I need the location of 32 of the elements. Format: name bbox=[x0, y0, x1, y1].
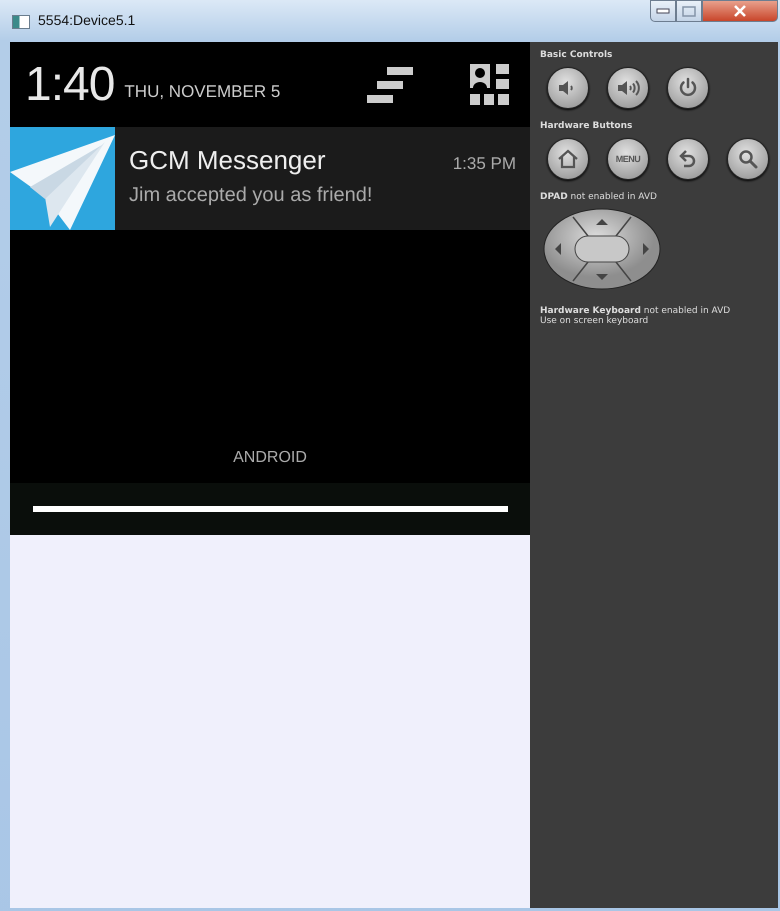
house-icon bbox=[556, 147, 580, 171]
notification-title: GCM Messenger bbox=[129, 145, 326, 176]
close-icon bbox=[733, 5, 747, 17]
volume-up-button[interactable] bbox=[607, 67, 649, 109]
volume-down-button[interactable] bbox=[547, 67, 589, 109]
search-button[interactable] bbox=[727, 138, 769, 180]
minimize-button[interactable] bbox=[650, 0, 676, 22]
menu-button[interactable]: MENU bbox=[607, 138, 649, 180]
window-title: 5554:Device5.1 bbox=[38, 12, 136, 28]
app-icon bbox=[12, 15, 30, 29]
notification-card[interactable]: GCM Messenger 1:35 PM Jim accepted you as friend! bbox=[10, 127, 530, 230]
section-label: Basic Controls bbox=[540, 50, 614, 60]
minimize-icon bbox=[656, 8, 670, 14]
paper-plane-icon bbox=[10, 127, 115, 230]
clock: 1:40 bbox=[25, 57, 114, 112]
home-button[interactable] bbox=[547, 138, 589, 180]
dpad-note: DPAD not enabled in AVD bbox=[540, 192, 658, 202]
keyboard-note: Hardware Keyboard not enabled in AVD bbox=[540, 306, 732, 316]
section-label: Hardware Buttons bbox=[540, 121, 634, 131]
notification-text: Jim accepted you as friend! bbox=[129, 184, 374, 207]
power-button[interactable] bbox=[667, 67, 709, 109]
date: THU, NOVEMBER 5 bbox=[124, 82, 280, 102]
stacked-bars-icon[interactable] bbox=[365, 64, 415, 104]
carrier-label: ANDROID bbox=[233, 449, 307, 467]
maximize-icon bbox=[682, 6, 696, 16]
drag-handle[interactable] bbox=[32, 506, 508, 512]
back-button[interactable] bbox=[667, 138, 709, 180]
notification-time: 1:35 PM bbox=[452, 154, 516, 174]
keyboard-note: Use on screen keyboard bbox=[540, 316, 650, 326]
quick-settings-icon[interactable] bbox=[470, 64, 510, 106]
close-button[interactable] bbox=[702, 0, 778, 22]
maximize-button[interactable] bbox=[676, 0, 702, 22]
